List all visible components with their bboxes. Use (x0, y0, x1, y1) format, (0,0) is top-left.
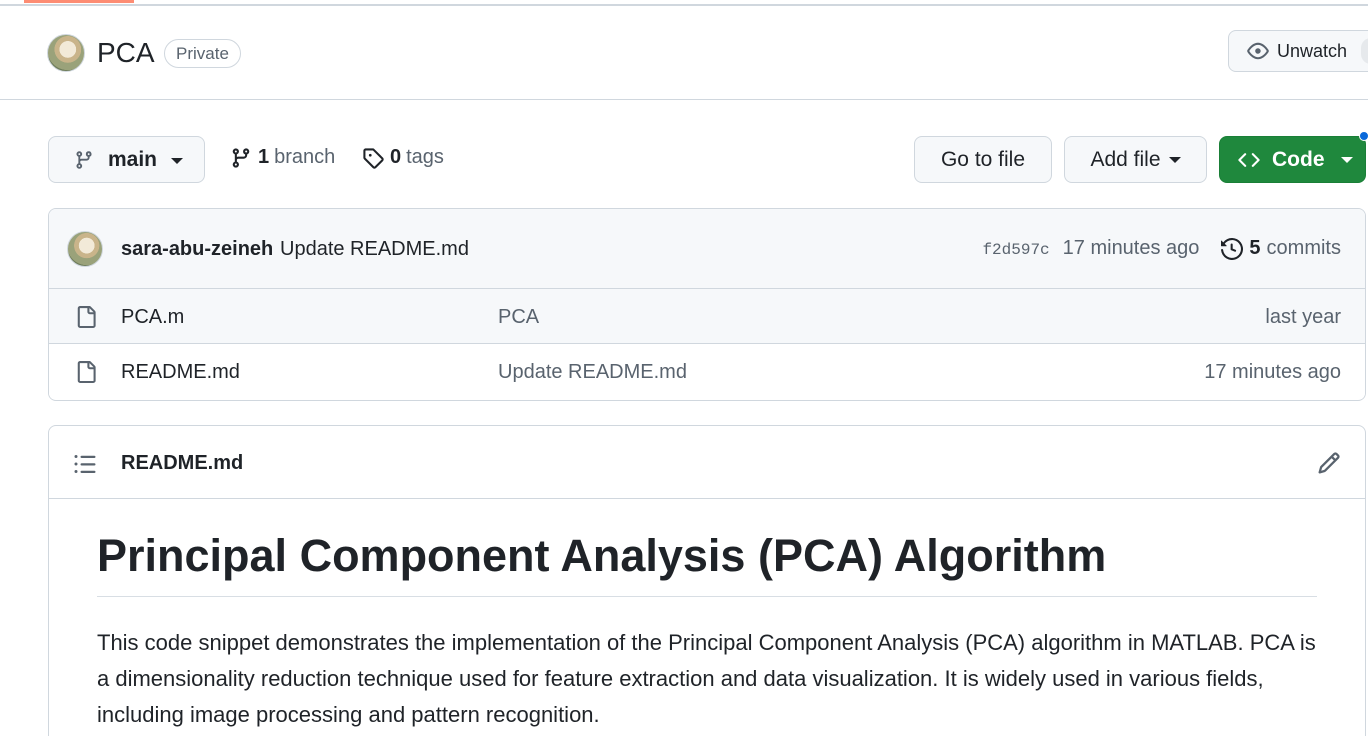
commit-sha[interactable]: f2d597c (982, 241, 1049, 259)
file-icon (77, 306, 96, 328)
readme-filename[interactable]: README.md (121, 452, 243, 475)
list-unordered-icon[interactable] (73, 452, 97, 476)
readme-header: README.md (49, 426, 1365, 499)
readme-paragraph: This code snippet demonstrates the imple… (97, 630, 1316, 727)
code-icon (1238, 152, 1260, 167)
add-file-button[interactable]: Add file (1064, 136, 1207, 183)
file-commit-message[interactable]: PCA (498, 306, 539, 329)
commit-time: 17 minutes ago (1062, 237, 1200, 259)
chevron-down-icon (1340, 156, 1353, 163)
branch-name: main (108, 147, 158, 171)
commit-author-avatar[interactable] (67, 231, 103, 267)
file-age: 17 minutes ago (1204, 361, 1341, 383)
watch-count-pill (1361, 38, 1368, 64)
notification-dot (1359, 131, 1368, 141)
file-icon (77, 361, 96, 383)
git-branch-icon (232, 147, 250, 168)
commit-count: 5 (1249, 237, 1261, 259)
code-button[interactable]: Code (1219, 136, 1366, 183)
latest-commit-bar: sara-abu-zeineh Update README.md f2d597c… (49, 209, 1365, 289)
file-commit-message[interactable]: Update README.md (498, 361, 687, 384)
add-file-label: Add file (1090, 147, 1161, 171)
git-branch-icon (76, 150, 92, 169)
branch-label: branch (274, 146, 336, 168)
commits-history-link[interactable]: 5 commits (1221, 237, 1341, 260)
unwatch-button[interactable]: Unwatch (1228, 30, 1368, 72)
commit-message[interactable]: Update README.md (280, 238, 469, 261)
readme-heading: Principal Component Analysis (PCA) Algor… (97, 530, 1317, 597)
commit-meta: f2d597c 17 minutes ago 5 commits (982, 237, 1341, 260)
code-label: Code (1272, 147, 1325, 171)
commit-author[interactable]: sara-abu-zeineh (121, 238, 273, 261)
branch-count: 1 (258, 146, 270, 168)
branch-selector[interactable]: main (48, 136, 205, 183)
branches-link[interactable]: 1 branch (230, 146, 335, 169)
commits-label: commits (1266, 237, 1341, 259)
file-name[interactable]: PCA.m (121, 306, 184, 329)
go-to-file-button[interactable]: Go to file (914, 136, 1052, 183)
chevron-down-icon (1168, 156, 1181, 163)
unwatch-label: Unwatch (1277, 40, 1348, 61)
repo-header: PCA Private Unwatch (0, 6, 1368, 100)
history-icon (1221, 237, 1244, 260)
tags-link[interactable]: 0 tags (362, 146, 444, 169)
active-tab-underline (24, 0, 134, 3)
file-name[interactable]: README.md (121, 361, 240, 384)
file-age: last year (1265, 306, 1341, 328)
pencil-icon[interactable] (1317, 451, 1341, 475)
tag-count: 0 (390, 146, 402, 168)
readme-panel: README.md Principal Component Analysis (… (48, 425, 1366, 736)
file-listing: sara-abu-zeineh Update README.md f2d597c… (48, 208, 1366, 401)
file-row[interactable]: README.md Update README.md 17 minutes ag… (49, 344, 1365, 399)
go-to-file-label: Go to file (940, 147, 1026, 171)
owner-avatar[interactable] (47, 34, 85, 72)
tag-icon (363, 147, 384, 169)
eye-icon (1247, 42, 1269, 60)
visibility-badge: Private (164, 39, 241, 68)
repo-name[interactable]: PCA (97, 38, 155, 68)
chevron-down-icon (171, 158, 184, 164)
tag-label: tags (406, 146, 444, 168)
file-row[interactable]: PCA.m PCA last year (49, 289, 1365, 344)
